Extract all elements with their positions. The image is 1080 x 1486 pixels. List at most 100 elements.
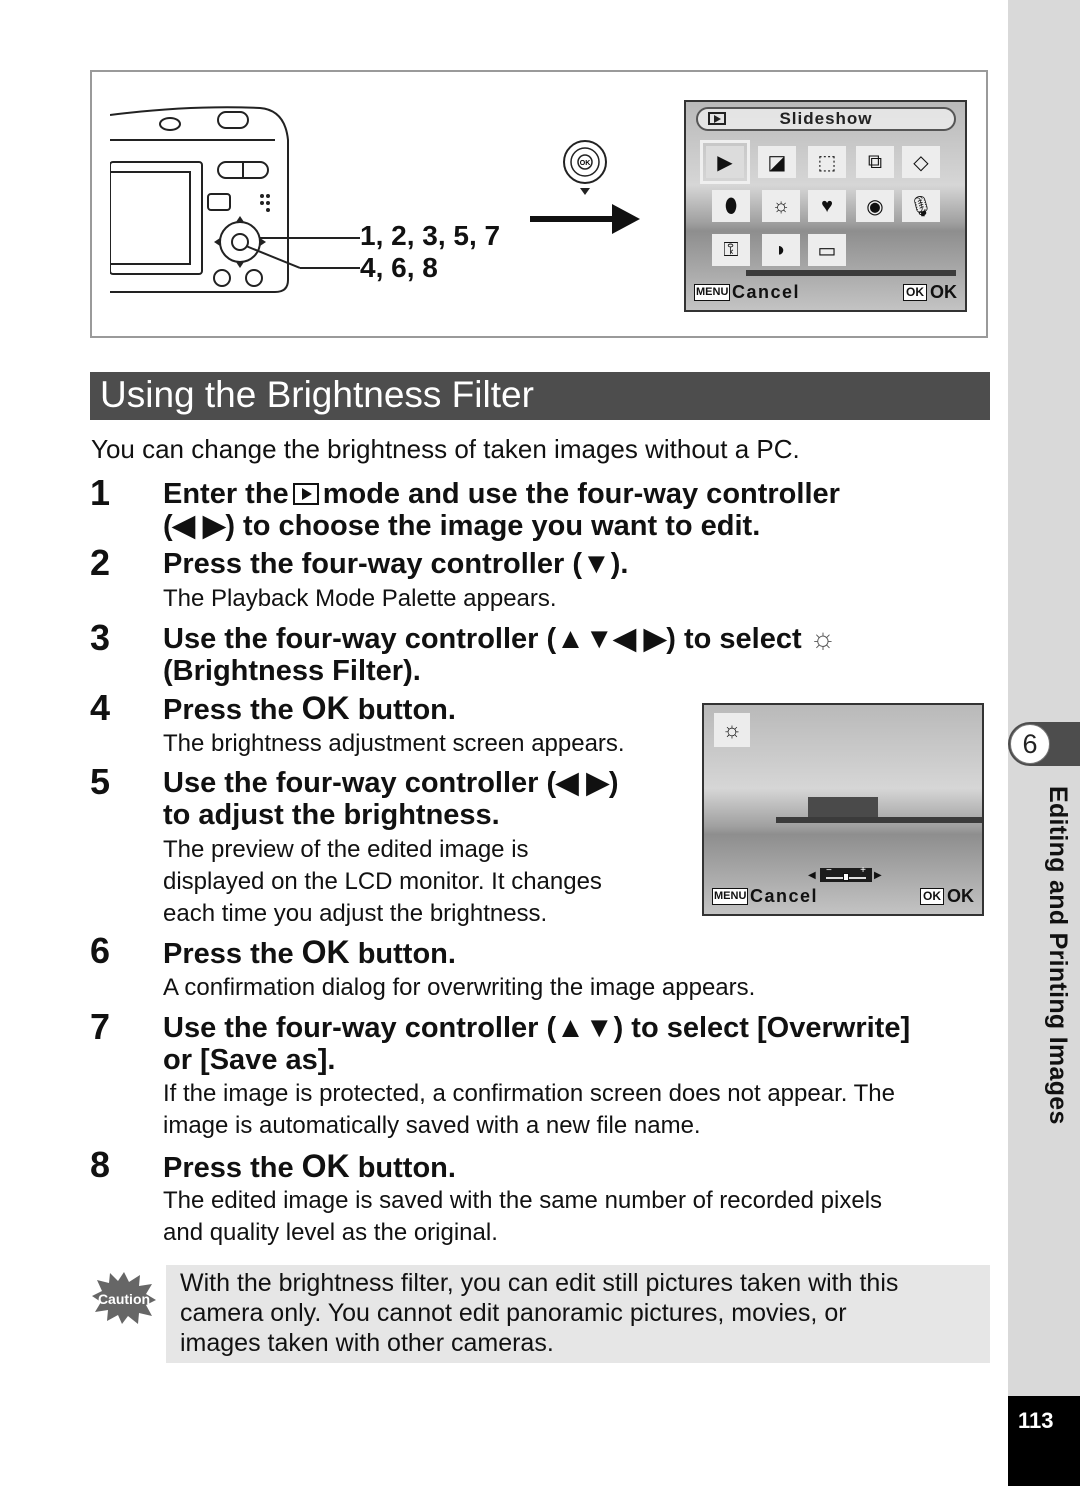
step-description: The brightness adjustment screen appears… [163,730,625,757]
step-heading: Press the OK button. [163,1150,456,1184]
caution-line: With the brightness filter, you can edit… [180,1269,899,1297]
step-number: 5 [90,761,111,802]
step-number: 1 [90,472,111,513]
step-heading-text: or [Save as]. [163,1044,336,1076]
caution-line: images taken with other cameras. [180,1329,554,1357]
slider-minus-label: − [826,865,832,876]
slider-thumb[interactable] [843,873,849,881]
step-heading-text: Use the four-way controller (▲▼◀ ▶) to s… [163,623,802,655]
step-heading-text: button. [357,1152,456,1184]
step-heading: Use the four-way controller (▲▼) to sele… [163,1012,910,1076]
slideshow-icon[interactable]: ▶ [700,140,750,184]
step-heading-text: mode and use the four-way controller [322,478,840,510]
step-description-line: each time you adjust the brightness. [163,900,548,927]
step-number: 6 [90,930,111,971]
step-heading-text: Press the [163,1152,294,1184]
brightness-slider[interactable]: − + [820,865,872,882]
step-description-line: and quality level as the original. [163,1219,498,1246]
svg-text:Caution: Caution [98,1291,150,1307]
palette-header: Slideshow [696,107,956,131]
svg-text:OK: OK [580,160,591,167]
chapter-title: Editing and Printing Images [1044,786,1072,1125]
trimming-icon[interactable]: ⬚ [808,146,846,178]
playback-palette-screen: Slideshow ▶ ◪ ⬚ ⧉ ◇ ⬮ ☼ ♥ ◉ 🎙 ⚿ ◗ ▭ MENU… [684,100,967,312]
brightness-filter-icon: ☼ [714,713,750,747]
cancel-label[interactable]: Cancel [750,886,818,907]
image-copy-icon[interactable]: ⧉ [856,146,894,178]
arrow-right-icon [530,204,640,234]
startup-screen-icon[interactable]: ▭ [808,234,846,266]
step-heading-text: button. [357,938,456,970]
dpof-icon[interactable]: ◗ [762,234,800,266]
playback-mode-icon [292,483,319,505]
brightness-footer: MENU Cancel OK OK [712,886,974,908]
step-heading: Enter the mode and use the four-way contr… [163,478,840,542]
step-heading: Use the four-way controller (▲▼◀ ▶) to s… [163,623,836,687]
step-heading: Press the four-way controller (▼). [163,548,629,580]
palette-footer: MENU Cancel OK OK [694,282,957,304]
step-heading-text: (◀ ▶) to choose the image you want to ed… [163,510,761,542]
camera-back-illustration [110,106,300,293]
step-heading-text: Use the four-way controller (◀ ▶) [163,767,619,799]
step-description: A confirmation dialog for overwriting th… [163,974,756,1001]
palette-header-title: Slideshow [779,109,873,128]
step-heading-text: Use the four-way controller (▲▼) to sele… [163,1012,911,1044]
ok-button-label: OK [301,1148,350,1184]
ok-key-icon: OK [903,284,927,301]
step-heading: Press the OK button. [163,936,456,970]
frame-composite-icon[interactable]: ♥ [808,190,846,222]
step-description: The Playback Mode Palette appears. [163,585,557,612]
menu-key-icon: MENU [694,284,731,301]
step-description-line: The preview of the edited image is [163,836,529,863]
digital-filter-icon[interactable]: ⬮ [712,190,750,222]
four-way-controller-icon: OK [563,140,607,195]
rotate-icon[interactable]: ◇ [902,146,940,178]
step-description-line: The edited image is saved with the same … [163,1187,883,1214]
step-description: The edited image is saved with the same … [163,1185,882,1249]
resize-icon[interactable]: ◪ [758,146,796,178]
step-heading-text: to adjust the brightness. [163,799,500,831]
step-description-line: image is automatically saved with a new … [163,1112,701,1139]
callout-steps-ok: 4, 6, 8 [360,252,438,283]
slider-plus-label: + [860,865,866,876]
brightness-filter-icon[interactable]: ☼ [762,190,800,222]
step-number: 7 [90,1006,111,1047]
menu-key-icon: MENU [712,888,749,905]
step-number: 4 [90,687,111,728]
caution-icon: Caution [92,1272,156,1324]
step-number: 2 [90,542,111,583]
step-description: If the image is protected, a confirmatio… [163,1078,895,1142]
step-heading-text: (Brightness Filter). [163,655,421,687]
step-number: 8 [90,1144,111,1185]
ok-button-label: OK [301,690,350,726]
step-heading-text: Enter the [163,478,289,510]
section-title: Using the Brightness Filter [100,374,534,415]
ok-button-label: OK [301,934,350,970]
ok-label[interactable]: OK [930,282,957,303]
step-number: 3 [90,617,111,658]
step-heading-text: button. [357,694,456,726]
callout-steps-controller: 1, 2, 3, 5, 7 [360,220,501,251]
step-heading: Use the four-way controller (◀ ▶) to adj… [163,767,619,831]
protect-icon[interactable]: ⚿ [712,234,750,266]
red-eye-edit-icon[interactable]: ◉ [856,190,894,222]
caution-text: With the brightness filter, you can edit… [180,1268,980,1358]
brightness-filter-icon: ☼ [809,623,837,655]
slider-right-arrow-icon[interactable]: ▶ [874,870,882,881]
slider-left-arrow-icon[interactable]: ◀ [808,870,816,881]
step-description-line: displayed on the LCD monitor. It changes [163,868,602,895]
step-description: The preview of the edited image is displ… [163,834,602,930]
step-description-line: If the image is protected, a confirmatio… [163,1080,895,1107]
callout-lines [300,237,360,269]
brightness-adjustment-screen: ☼ ◀ − + ▶ MENU Cancel OK OK [702,703,984,916]
caution-line: camera only. You cannot edit panoramic p… [180,1299,847,1327]
ok-key-icon: OK [920,888,944,905]
step-heading-text: Press the [163,938,294,970]
chapter-number: 6 [1010,724,1050,764]
intro-text: You can change the brightness of taken i… [91,434,800,464]
voice-memo-icon[interactable]: 🎙 [902,190,940,222]
ok-label[interactable]: OK [947,886,974,907]
step-heading: Press the OK button. [163,692,456,726]
page-number: 113 [1018,1408,1054,1433]
cancel-label[interactable]: Cancel [732,282,800,303]
